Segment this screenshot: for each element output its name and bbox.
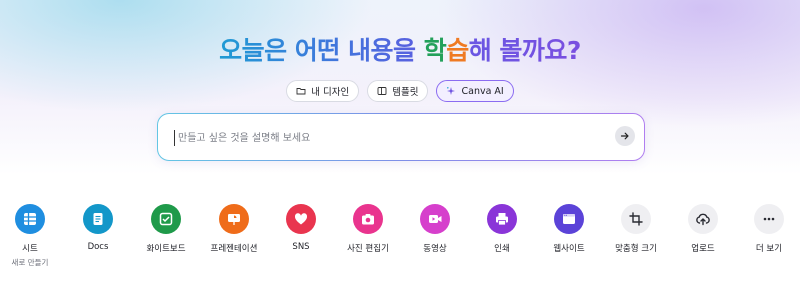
shortcut-icon-circle [83,204,113,234]
shortcut-website[interactable]: 웹사이트 [537,204,601,254]
submit-button[interactable] [615,126,635,146]
shortcut-label: 업로드 [691,244,715,254]
shortcut-label: 프레젠테이션 [210,244,258,254]
shortcut-label: 인쇄 [494,244,510,254]
chip-canva-ai[interactable]: Canva AI [436,80,514,102]
shortcut-sns[interactable]: SNS [269,204,333,252]
mode-chip-group: 내 디자인 템플릿 Canva AI [0,80,800,102]
folder-icon [296,86,306,96]
chip-label: 내 디자인 [311,87,350,98]
sparkle-icon [446,86,456,96]
heart-icon [293,211,309,227]
shortcut-icon-circle [420,204,450,234]
shortcut-whiteboard[interactable]: 화이트보드 [134,204,198,254]
shortcut-label: 시트 [22,244,38,254]
shortcut-label: 웹사이트 [553,244,585,254]
prompt-box [157,113,645,161]
headline-suffix: 해 볼까요? [469,31,582,67]
shortcut-label: Docs [87,242,109,252]
shortcut-custom-size[interactable]: 맞춤형 크기 [604,204,668,254]
shortcut-icon-circle [621,204,651,234]
page-headline: 오늘은 어떤 내용을 학습해 볼까요? [0,31,800,67]
shortcut-icon-circle [286,204,316,234]
template-icon [377,86,387,96]
shortcut-icon-circle [219,204,249,234]
shortcut-icon-circle [754,204,784,234]
presentation-icon [226,211,242,227]
shortcut-icon-circle [353,204,383,234]
more-icon [761,211,777,227]
shortcut-icon-circle [554,204,584,234]
video-icon [427,211,443,227]
chip-templates[interactable]: 템플릿 [367,80,429,102]
shortcut-video[interactable]: 동영상 [403,204,467,254]
chip-my-designs[interactable]: 내 디자인 [286,80,360,102]
shortcut-photo-editor[interactable]: 사진 편집기 [336,204,400,254]
crop-icon [628,211,644,227]
printer-icon [494,211,510,227]
shortcut-more[interactable]: 더 보기 [737,204,800,254]
prompt-input[interactable] [174,130,594,146]
website-icon [561,211,577,227]
shortcut-upload[interactable]: 업로드 [671,204,735,254]
shortcut-docs[interactable]: Docs [66,204,130,252]
shortcut-icon-circle [487,204,517,234]
shortcut-label: 사진 편집기 [347,244,389,254]
headline-prefix: 오늘은 어떤 내용을 [219,31,424,67]
shortcut-icon-circle [688,204,718,234]
headline-highlight-a: 학 [423,36,447,65]
shortcut-presentation[interactable]: 프레젠테이션 [202,204,266,254]
shortcut-print[interactable]: 인쇄 [470,204,534,254]
headline-highlight-b: 습 [446,36,469,65]
docs-icon [90,211,106,227]
shortcut-icon-circle [15,204,45,234]
shortcut-sublabel: 새로 만들기 [11,258,49,267]
shortcut-label: 화이트보드 [146,244,186,254]
sheet-icon [22,211,38,227]
whiteboard-icon [158,211,174,227]
arrow-right-icon [620,131,630,141]
shortcut-label: 맞춤형 크기 [615,244,657,254]
chip-label: Canva AI [461,85,504,97]
camera-icon [360,211,376,227]
shortcut-label: SNS [292,242,310,252]
shortcut-icon-circle [151,204,181,234]
shortcut-label: 동영상 [423,244,447,254]
cloud-upload-icon [695,211,711,227]
chip-label: 템플릿 [392,87,419,98]
shortcut-sheet[interactable]: 시트 새로 만들기 [0,204,62,268]
shortcut-label: 더 보기 [755,244,783,254]
